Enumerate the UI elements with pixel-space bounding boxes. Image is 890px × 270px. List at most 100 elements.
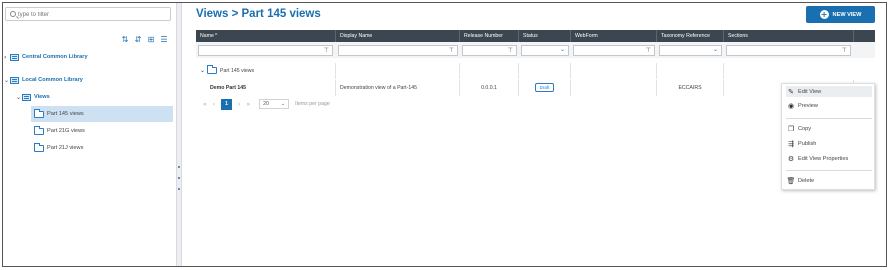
menu-item-label: Preview bbox=[798, 102, 818, 109]
folder-icon bbox=[34, 142, 44, 152]
filter-release-number[interactable]: ⊤ bbox=[462, 45, 517, 56]
column-label: Sections bbox=[728, 33, 748, 39]
panel-splitter[interactable] bbox=[176, 3, 182, 266]
menu-item-edit-view-properties[interactable]: ⚙ Edit View Properties bbox=[786, 153, 872, 164]
tree-item-central-common-library[interactable]: › Central Common Library bbox=[4, 50, 88, 64]
tree-filter-input[interactable] bbox=[18, 9, 168, 20]
new-view-button[interactable]: + NEW VIEW bbox=[806, 6, 875, 23]
tree-item-label: Views bbox=[34, 94, 50, 100]
filter-icon[interactable]: ⊤ bbox=[646, 47, 651, 54]
filter-status[interactable]: ⌄ bbox=[521, 45, 569, 56]
filter-name[interactable]: ⊤ bbox=[198, 45, 333, 56]
sort-descending-icon[interactable]: ⇵ bbox=[133, 34, 143, 44]
tree-item-part-21g-views[interactable]: Part 21G views bbox=[34, 124, 85, 138]
group-label: Part 145 views bbox=[220, 68, 255, 74]
row-context-menu: ✎ Edit View ◉ Preview ❐ Copy ⇶ Publish ⚙… bbox=[781, 83, 875, 190]
tree-item-local-common-library[interactable]: ⌄ Local Common Library bbox=[4, 73, 83, 87]
group-cell: ⌄ Part 145 views bbox=[196, 63, 336, 79]
table-row[interactable]: Demo Part 145 Demonstration view of a Pa… bbox=[196, 80, 875, 96]
menu-item-edit-view[interactable]: ✎ Edit View bbox=[786, 86, 872, 97]
tree-item-label: Part 21G views bbox=[47, 128, 85, 134]
folder-icon bbox=[34, 108, 44, 118]
group-cell-empty bbox=[571, 63, 657, 79]
chevron-down-icon: ⌄ bbox=[280, 101, 286, 107]
filter-icon[interactable]: ⊤ bbox=[508, 47, 513, 54]
menu-item-label: Edit View bbox=[798, 88, 822, 95]
column-header-taxonomy-reference[interactable]: Taxonomy Reference bbox=[657, 30, 724, 42]
tree-item-views[interactable]: ⌄ Views bbox=[16, 90, 50, 104]
hierarchy-icon[interactable]: ⊞ bbox=[146, 34, 156, 44]
menu-item-publish[interactable]: ⇶ Publish bbox=[786, 138, 872, 149]
chevron-down-icon[interactable]: ⌄ bbox=[713, 46, 718, 53]
cell-name: Demo Part 145 bbox=[196, 80, 336, 96]
tree-filter[interactable] bbox=[5, 7, 171, 21]
filter-icon[interactable]: ⊤ bbox=[842, 47, 847, 54]
menu-separator bbox=[786, 118, 872, 119]
tree-item-part-21j-views[interactable]: Part 21J views bbox=[34, 141, 83, 155]
library-sidebar: ⇅ ⇵ ⊞ ☰ › Central Common Library ⌄ Local… bbox=[3, 3, 176, 266]
status-badge: Draft bbox=[534, 83, 555, 93]
splitter-grip-icon[interactable] bbox=[178, 166, 180, 190]
chevron-down-icon[interactable]: ⌄ bbox=[200, 67, 205, 74]
menu-item-label: Edit View Properties bbox=[798, 155, 849, 162]
group-cell-empty bbox=[460, 63, 519, 79]
menu-item-preview[interactable]: ◉ Preview bbox=[786, 100, 872, 111]
views-icon bbox=[22, 93, 31, 101]
column-header-display-name[interactable]: Display Name bbox=[336, 30, 460, 42]
filter-taxonomy-reference[interactable]: ⌄ bbox=[659, 45, 722, 56]
folder-icon bbox=[34, 125, 44, 135]
list-icon[interactable]: ☰ bbox=[159, 34, 169, 44]
cell-display-name: Demonstration view of a Part-145 bbox=[336, 80, 460, 96]
tree-item-label: Central Common Library bbox=[22, 54, 88, 60]
page-size-select[interactable]: 20 ⌄ bbox=[259, 99, 290, 109]
trash-icon: 🗑 bbox=[786, 176, 796, 185]
cell-webform bbox=[571, 80, 657, 96]
chevron-down-icon[interactable]: ⌄ bbox=[560, 46, 565, 53]
grid-header: Name^ Display Name Release Number Status… bbox=[196, 30, 875, 42]
menu-item-label: Copy bbox=[798, 125, 812, 132]
items-per-page-label: Items per page bbox=[295, 101, 330, 107]
menu-separator bbox=[786, 170, 872, 171]
publish-icon: ⇶ bbox=[788, 139, 794, 148]
filter-webform[interactable]: ⊤ bbox=[573, 45, 655, 56]
column-header-release-number[interactable]: Release Number bbox=[460, 30, 519, 42]
tree-item-part-145-views[interactable]: Part 145 views bbox=[34, 107, 84, 121]
last-page-icon[interactable]: » bbox=[246, 101, 250, 108]
menu-item-copy[interactable]: ❐ Copy bbox=[786, 123, 872, 134]
tree-item-label: Part 21J views bbox=[47, 145, 84, 151]
filter-sections[interactable]: ⊤ bbox=[726, 45, 851, 56]
first-page-icon[interactable]: « bbox=[203, 101, 207, 108]
column-label: WebForm bbox=[575, 33, 598, 39]
group-cell-empty bbox=[519, 63, 571, 79]
column-label: Display Name bbox=[340, 33, 373, 39]
previous-page-icon[interactable]: ‹ bbox=[213, 101, 215, 108]
column-header-sections[interactable]: Sections bbox=[724, 30, 854, 42]
pager: « ‹ 1 › » 20 ⌄ Items per page bbox=[200, 97, 330, 111]
page-button-current[interactable]: 1 bbox=[221, 98, 233, 110]
column-label: Release Number bbox=[464, 33, 503, 39]
column-header-webform[interactable]: WebForm bbox=[571, 30, 657, 42]
column-header-name[interactable]: Name^ bbox=[196, 30, 336, 42]
cell-release-number: 0.0.0.1 bbox=[460, 80, 519, 96]
copy-icon: ❐ bbox=[787, 124, 795, 133]
eye-icon: ◉ bbox=[787, 101, 795, 110]
column-label: Name bbox=[200, 33, 214, 39]
menu-item-delete[interactable]: 🗑 Delete bbox=[786, 175, 872, 186]
cell-status: Draft bbox=[519, 80, 571, 96]
group-row[interactable]: ⌄ Part 145 views bbox=[196, 63, 875, 79]
filter-icon[interactable]: ⊤ bbox=[449, 47, 454, 54]
sort-ascending-icon[interactable]: ⇅ bbox=[120, 34, 130, 44]
library-icon bbox=[10, 76, 19, 84]
search-icon bbox=[10, 11, 16, 17]
menu-item-label: Delete bbox=[798, 177, 815, 184]
folder-icon bbox=[207, 65, 218, 75]
grid-filter-row: ⊤ ⊤ ⊤ ⌄ ⊤ ⌄ ⊤ bbox=[196, 42, 875, 58]
menu-item-label: Publish bbox=[798, 140, 817, 147]
next-page-icon[interactable]: › bbox=[238, 101, 240, 108]
filter-icon[interactable]: ⊤ bbox=[324, 47, 329, 54]
column-label: Status bbox=[523, 33, 538, 39]
tree-item-label: Part 145 views bbox=[47, 111, 84, 117]
gear-icon: ⚙ bbox=[787, 154, 795, 163]
column-header-status[interactable]: Status bbox=[519, 30, 571, 42]
filter-display-name[interactable]: ⊤ bbox=[338, 45, 458, 56]
